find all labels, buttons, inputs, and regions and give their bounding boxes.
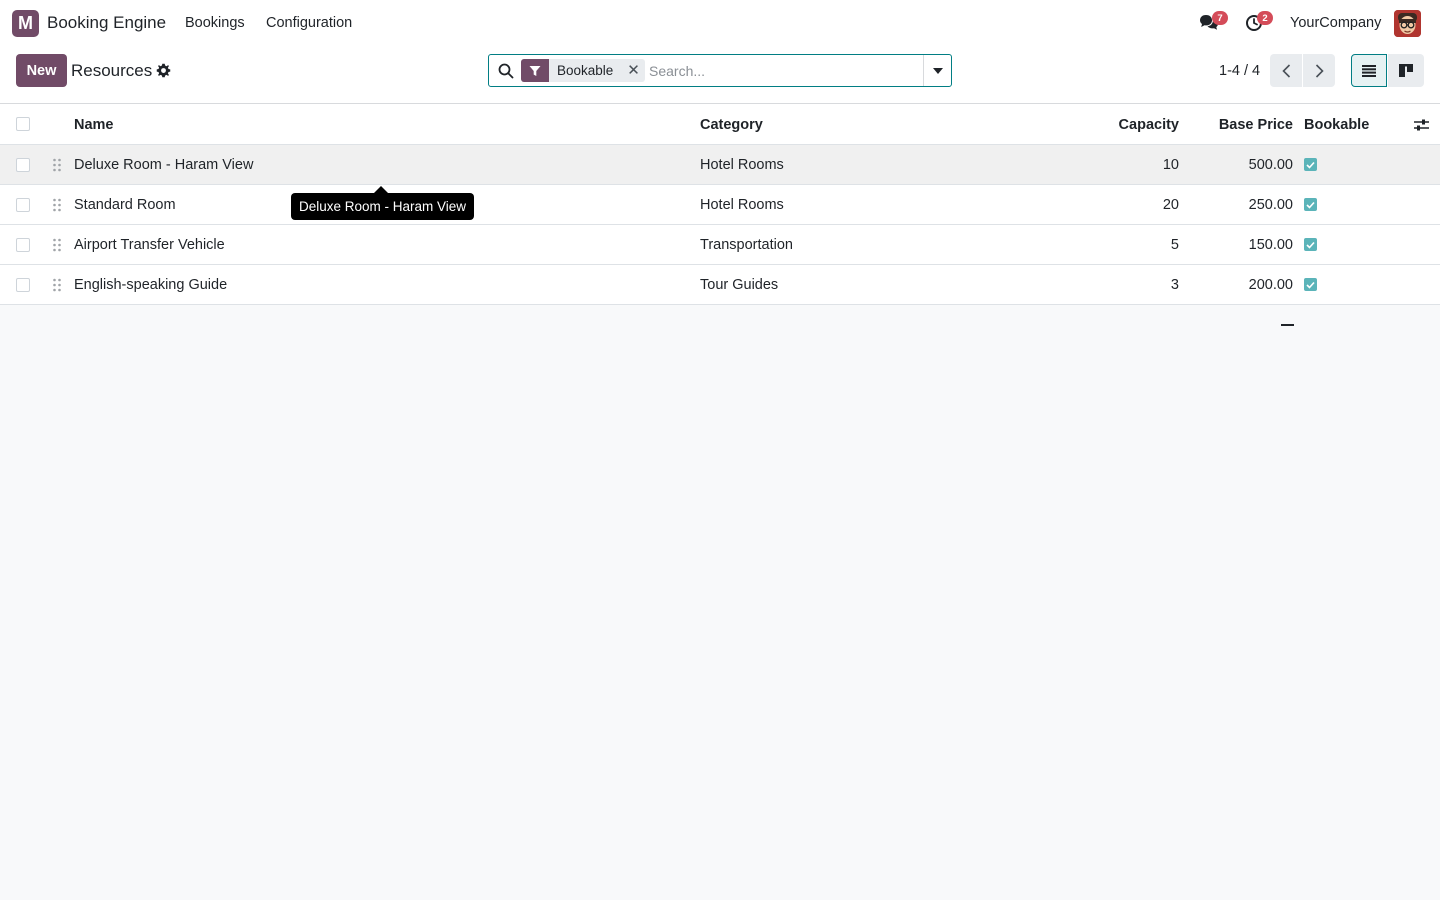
cell-category: Hotel Rooms	[700, 197, 784, 213]
table-row[interactable]: Airport Transfer Vehicle Transportation …	[0, 225, 1440, 265]
facet-value: Bookable	[557, 63, 614, 78]
cell-capacity: 20	[1162, 197, 1179, 213]
cell-capacity: 5	[1170, 237, 1179, 253]
chevron-right-icon[interactable]	[1303, 54, 1335, 87]
select-all-checkbox[interactable]	[16, 117, 30, 131]
avatar[interactable]	[1394, 10, 1421, 37]
pager-value[interactable]: 1-4 / 4	[1219, 63, 1260, 79]
row-checkbox[interactable]	[16, 158, 30, 172]
menu-configuration[interactable]: Configuration	[266, 15, 352, 31]
app-logo[interactable]: M	[12, 10, 39, 37]
bookable-checkbox[interactable]	[1304, 238, 1317, 251]
column-header-bookable[interactable]: Bookable	[1304, 104, 1369, 145]
column-header-base-price[interactable]: Base Price	[1219, 104, 1293, 145]
page-title: Resources	[71, 61, 153, 80]
row-checkbox[interactable]	[16, 238, 30, 252]
top-navbar: M Booking Engine Bookings Configuration …	[0, 0, 1440, 46]
drag-handle-icon[interactable]	[52, 278, 62, 292]
kanban-view-icon[interactable]	[1388, 54, 1424, 87]
close-icon[interactable]: ✕	[627, 63, 640, 78]
column-header-name[interactable]: Name	[74, 104, 114, 145]
optional-columns-icon[interactable]	[1413, 117, 1430, 133]
cell-base-price: 250.00	[1248, 197, 1293, 213]
cell-name: Standard Room	[74, 197, 176, 213]
control-panel: New Resources Bookable ✕ 1-4	[0, 46, 1440, 104]
cell-base-price: 500.00	[1248, 157, 1293, 173]
cell-category: Tour Guides	[700, 277, 779, 293]
column-header-category[interactable]: Category	[700, 104, 763, 145]
search-facet-bookable: Bookable ✕	[521, 59, 645, 82]
menu-bookings[interactable]: Bookings	[185, 15, 245, 31]
activity-count-badge: 2	[1257, 11, 1273, 25]
search-input[interactable]	[649, 59, 919, 82]
chevron-left-icon[interactable]	[1270, 54, 1302, 87]
cell-base-price: 150.00	[1248, 237, 1293, 253]
cell-name: English-speaking Guide	[74, 277, 228, 293]
bookable-checkbox[interactable]	[1304, 198, 1317, 211]
cell-category: Hotel Rooms	[700, 157, 784, 173]
search-bar: Bookable ✕	[488, 54, 952, 87]
resources-list: Name Category Capacity Base Price Bookab…	[0, 104, 1440, 305]
cell-capacity: 3	[1170, 277, 1179, 293]
new-button[interactable]: New	[16, 54, 67, 87]
bookable-checkbox[interactable]	[1304, 278, 1317, 291]
company-switcher[interactable]: YourCompany	[1290, 15, 1381, 31]
column-header-capacity[interactable]: Capacity	[1119, 104, 1179, 145]
cell-name: Deluxe Room - Haram View	[74, 157, 254, 173]
row-checkbox[interactable]	[16, 198, 30, 212]
table-row[interactable]: Deluxe Room - Haram View Hotel Rooms 10 …	[0, 145, 1440, 185]
drag-handle-icon[interactable]	[52, 158, 62, 172]
chevron-down-icon[interactable]	[923, 55, 952, 86]
search-icon[interactable]	[498, 63, 514, 79]
table-row[interactable]: Standard Room Hotel Rooms 20 250.00	[0, 185, 1440, 225]
table-header: Name Category Capacity Base Price Bookab…	[0, 104, 1440, 145]
drag-handle-icon[interactable]	[52, 238, 62, 252]
aggregate-dash	[1281, 324, 1294, 326]
cell-capacity: 10	[1162, 157, 1179, 173]
cell-name: Airport Transfer Vehicle	[74, 237, 225, 253]
filter-icon	[521, 59, 549, 82]
cell-base-price: 200.00	[1248, 277, 1293, 293]
app-name[interactable]: Booking Engine	[47, 13, 166, 33]
gear-icon[interactable]	[156, 63, 171, 78]
list-view-icon[interactable]	[1351, 54, 1387, 87]
tooltip-arrow	[374, 186, 388, 193]
bookable-checkbox[interactable]	[1304, 158, 1317, 171]
cell-category: Transportation	[700, 237, 793, 253]
drag-handle-icon[interactable]	[52, 198, 62, 212]
row-checkbox[interactable]	[16, 278, 30, 292]
name-tooltip: Deluxe Room - Haram View	[291, 193, 475, 220]
table-row[interactable]: English-speaking Guide Tour Guides 3 200…	[0, 265, 1440, 305]
chat-count-badge: 7	[1212, 11, 1228, 25]
